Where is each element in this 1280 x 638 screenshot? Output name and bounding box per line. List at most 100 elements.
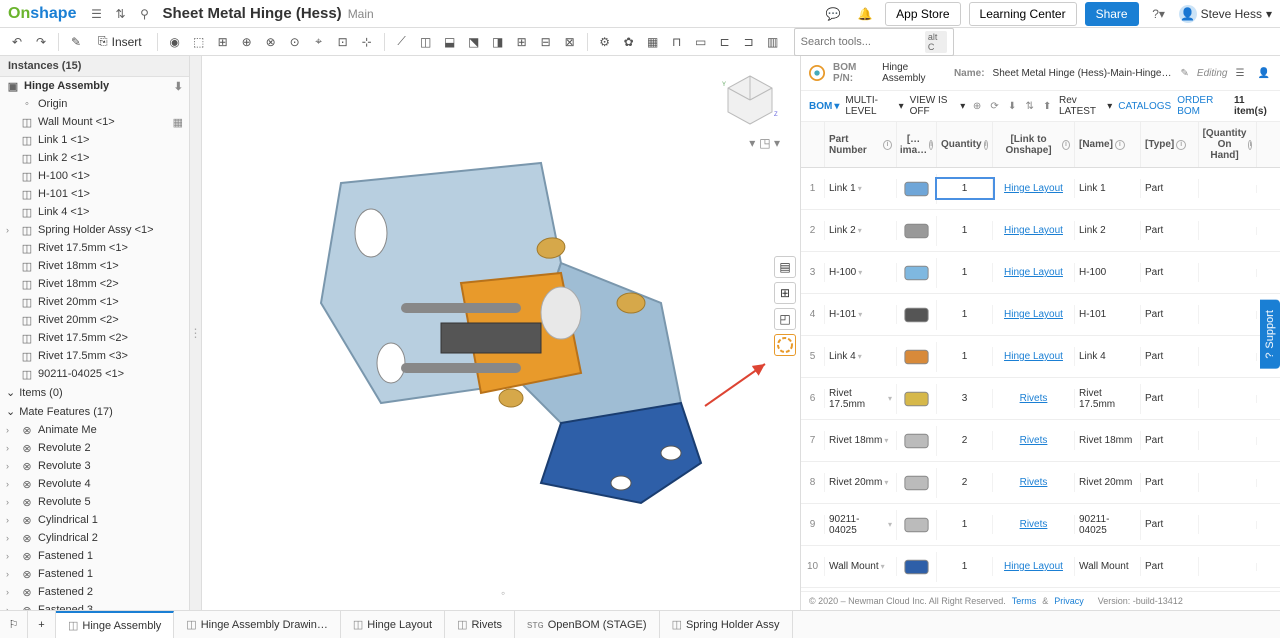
table-row[interactable]: 10Wall Mount▾1Hinge LayoutWall MountPart xyxy=(801,546,1280,588)
catalogs-link[interactable]: CATALOGS xyxy=(1118,101,1171,112)
tool-icon[interactable]: ◨ xyxy=(487,31,509,53)
tree-item[interactable]: ◫H-101 <1> xyxy=(0,185,189,203)
type-cell[interactable]: Part xyxy=(1141,179,1199,198)
insert-button[interactable]: ⎘Insert xyxy=(89,31,151,53)
tree-item[interactable]: ◫Wall Mount <1>▦ xyxy=(0,113,189,131)
table-row[interactable]: 4H-101▾1Hinge LayoutH-101Part xyxy=(801,294,1280,336)
mate-item[interactable]: ›⊗Revolute 2 xyxy=(0,439,189,457)
qoh-cell[interactable] xyxy=(1199,227,1257,235)
type-cell[interactable]: Part xyxy=(1141,263,1199,282)
name-cell[interactable]: Wall Mount xyxy=(1075,557,1141,576)
side-tool-icon[interactable]: ▤ xyxy=(774,256,796,278)
tool-icon[interactable]: ⊏ xyxy=(714,31,736,53)
person-icon[interactable]: 👤 xyxy=(1258,68,1272,79)
tree-item[interactable]: ◫90211-04025 <1> xyxy=(0,365,189,383)
quantity-cell[interactable]: 2 xyxy=(937,473,993,492)
info-icon[interactable]: i xyxy=(984,140,988,150)
tree-item[interactable]: ◫Rivet 17.5mm <1> xyxy=(0,239,189,257)
type-cell[interactable]: Part xyxy=(1141,389,1199,408)
tree-item[interactable]: ◫Link 4 <1> xyxy=(0,203,189,221)
link-cell[interactable]: Hinge Layout xyxy=(993,179,1075,198)
part-number-cell[interactable]: Link 2▾ xyxy=(825,221,897,240)
name-cell[interactable]: H-101 xyxy=(1075,305,1141,324)
name-cell[interactable]: Rivet 20mm xyxy=(1075,473,1141,492)
tree-item[interactable]: ◫Rivet 20mm <1> xyxy=(0,293,189,311)
tab-settings-icon[interactable]: ⚐ xyxy=(0,611,28,638)
tool-icon[interactable]: ⊙ xyxy=(284,31,306,53)
quantity-cell[interactable]: 2 xyxy=(937,431,993,450)
upload-icon[interactable]: ⬆ xyxy=(1041,99,1053,113)
3d-viewport[interactable]: Y Z ▾ ◳ ▾ ▤ ⊞ ◰ xyxy=(202,56,800,610)
type-cell[interactable]: Part xyxy=(1141,347,1199,366)
tree-toggle-icon[interactable]: ⇅ xyxy=(110,4,130,24)
tree-item[interactable]: ◫Link 1 <1> xyxy=(0,131,189,149)
mate-item[interactable]: ›⊗Fastened 1 xyxy=(0,565,189,583)
refresh-icon[interactable]: ⟳ xyxy=(989,99,1001,113)
type-cell[interactable]: Part xyxy=(1141,221,1199,240)
comments-icon[interactable]: 💬 xyxy=(823,4,843,24)
openbom-icon[interactable] xyxy=(774,334,796,356)
tree-item[interactable]: ◫Rivet 17.5mm <2> xyxy=(0,329,189,347)
qoh-cell[interactable] xyxy=(1199,185,1257,193)
undo-icon[interactable]: ↶ xyxy=(6,31,28,53)
redo-icon[interactable]: ↷ xyxy=(30,31,52,53)
tool-icon[interactable]: ⊞ xyxy=(511,31,533,53)
view-cube[interactable]: Y Z xyxy=(720,68,780,128)
name-cell[interactable]: Rivet 18mm xyxy=(1075,431,1141,450)
tab-spring-holder-assy[interactable]: ◫Spring Holder Assy xyxy=(660,611,793,638)
mates-section[interactable]: ⌄ Mate Features (17) xyxy=(0,402,189,421)
sketch-icon[interactable]: ✎ xyxy=(65,31,87,53)
tree-item[interactable]: ◫Rivet 17.5mm <3> xyxy=(0,347,189,365)
download-icon[interactable]: ⬇ xyxy=(1006,99,1018,113)
link-cell[interactable]: Hinge Layout xyxy=(993,347,1075,366)
tree-item[interactable]: ◫Rivet 20mm <2> xyxy=(0,311,189,329)
table-row[interactable]: 7Rivet 18mm▾2RivetsRivet 18mmPart xyxy=(801,420,1280,462)
type-cell[interactable]: Part xyxy=(1141,473,1199,492)
quantity-cell[interactable]: 1 xyxy=(937,557,993,576)
grid-icon[interactable]: ▦ xyxy=(173,116,183,129)
3d-model[interactable] xyxy=(281,143,721,523)
part-number-cell[interactable]: H-101▾ xyxy=(825,305,897,324)
part-number-cell[interactable]: Rivet 17.5mm▾ xyxy=(825,384,897,414)
tree-item[interactable]: ◫H-100 <1> xyxy=(0,167,189,185)
tool-icon[interactable]: ⊞ xyxy=(212,31,234,53)
type-cell[interactable]: Part xyxy=(1141,515,1199,534)
link-cell[interactable]: Hinge Layout xyxy=(993,557,1075,576)
qoh-cell[interactable] xyxy=(1199,437,1257,445)
qoh-cell[interactable] xyxy=(1199,311,1257,319)
search-tools[interactable]: alt C xyxy=(794,28,954,56)
quantity-cell[interactable]: 1 xyxy=(937,305,993,324)
search-input[interactable] xyxy=(801,36,925,48)
tool-icon[interactable]: ◫ xyxy=(415,31,437,53)
qoh-cell[interactable] xyxy=(1199,269,1257,277)
tree-root[interactable]: ▣ Hinge Assembly ⬇ xyxy=(0,77,189,95)
items-section[interactable]: ⌄ Items (0) xyxy=(0,383,189,402)
user-menu[interactable]: 👤 Steve Hess ▾ xyxy=(1179,5,1272,23)
link-cell[interactable]: Hinge Layout xyxy=(993,305,1075,324)
name-cell[interactable]: H-100 xyxy=(1075,263,1141,282)
qoh-cell[interactable] xyxy=(1199,563,1257,571)
tool-icon[interactable]: ⬓ xyxy=(439,31,461,53)
side-tool-icon[interactable]: ⊞ xyxy=(774,282,796,304)
tab-hinge-assembly[interactable]: ◫Hinge Assembly xyxy=(56,611,174,638)
tool-icon[interactable]: ▦ xyxy=(642,31,664,53)
sync-icon[interactable]: ⇅ xyxy=(1024,99,1036,113)
menu-icon[interactable]: ☰ xyxy=(86,4,106,24)
info-icon[interactable]: i xyxy=(1115,140,1125,150)
mate-item[interactable]: ›⊗Revolute 5 xyxy=(0,493,189,511)
tab-rivets[interactable]: ◫Rivets xyxy=(445,611,515,638)
share-button[interactable]: Share xyxy=(1085,2,1139,26)
display-mode-icon[interactable]: ▾ xyxy=(749,136,755,150)
tree-item[interactable]: ◫Rivet 18mm <2> xyxy=(0,275,189,293)
privacy-link[interactable]: Privacy xyxy=(1054,596,1084,606)
quantity-cell[interactable]: 1 xyxy=(937,515,993,534)
order-bom-link[interactable]: ORDER BOM xyxy=(1177,95,1228,117)
type-cell[interactable]: Part xyxy=(1141,557,1199,576)
mate-item[interactable]: ›⊗Revolute 4 xyxy=(0,475,189,493)
info-icon[interactable]: i xyxy=(929,140,933,150)
table-row[interactable]: 990211-04025▾1Rivets90211-04025Part xyxy=(801,504,1280,546)
cube-icon[interactable]: ◳ ▾ xyxy=(759,136,780,150)
download-icon[interactable]: ⬇ xyxy=(174,80,183,93)
quantity-cell[interactable]: 1 xyxy=(937,221,993,240)
tool-icon[interactable]: ⌖ xyxy=(308,31,330,53)
